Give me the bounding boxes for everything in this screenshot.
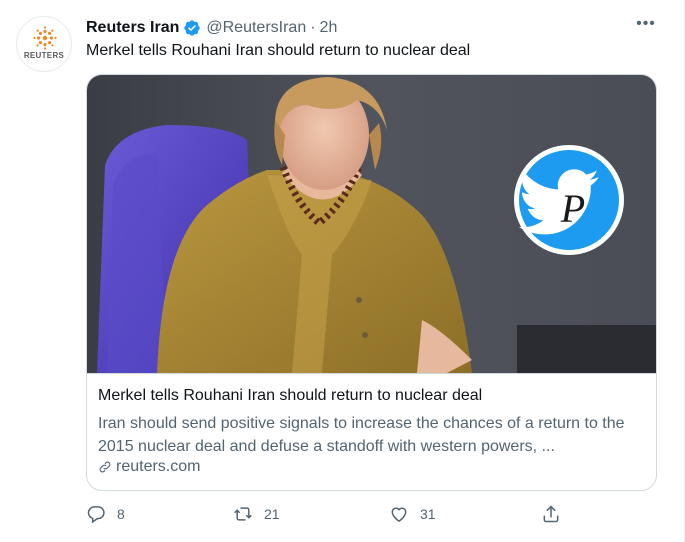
link-card[interactable]: P Merkel tells Rouhani Iran should retur… [86, 74, 657, 491]
handle[interactable]: @ReutersIran [206, 19, 306, 37]
verified-badge-icon [184, 20, 201, 36]
tweet[interactable]: REUTERS Reuters Iran @ReutersIran · 2h •… [0, 0, 685, 542]
reply-button[interactable]: 8 [86, 504, 125, 524]
card-title[interactable]: Merkel tells Rouhani Iran should return … [98, 387, 482, 405]
reply-count: 8 [117, 506, 125, 522]
like-count: 31 [420, 506, 436, 522]
like-button[interactable]: 31 [389, 504, 436, 524]
card-domain-text[interactable]: reuters.com [116, 458, 200, 476]
avatar[interactable]: REUTERS [16, 16, 72, 72]
more-icon[interactable]: ••• [635, 16, 657, 36]
avatar-wordmark: REUTERS [23, 51, 65, 60]
reuters-logo-icon [33, 26, 57, 50]
card-body[interactable]: Merkel tells Rouhani Iran should return … [87, 373, 656, 490]
card-domain[interactable]: reuters.com [98, 458, 200, 476]
link-icon [99, 461, 111, 473]
retweet-count: 21 [264, 506, 280, 522]
twitter-bird-watermark-icon: P [514, 145, 624, 255]
retweet-button[interactable]: 21 [233, 504, 280, 524]
reply-icon [87, 506, 105, 524]
share-button[interactable] [541, 504, 572, 524]
display-name[interactable]: Reuters Iran [86, 19, 179, 37]
timestamp[interactable]: 2h [320, 19, 338, 37]
separator-dot: · [310, 19, 316, 36]
watermark-letter: P [560, 186, 585, 231]
share-icon [543, 505, 559, 523]
retweet-icon [234, 507, 252, 521]
tweet-text: Merkel tells Rouhani Iran should return … [86, 42, 471, 59]
tweet-header: Reuters Iran @ReutersIran · 2h [86, 17, 337, 39]
like-icon [391, 507, 407, 522]
tweet-actions: 8 21 31 [86, 504, 657, 526]
card-description: Iran should send positive signals to inc… [98, 415, 625, 455]
card-photo[interactable]: P [87, 75, 656, 373]
